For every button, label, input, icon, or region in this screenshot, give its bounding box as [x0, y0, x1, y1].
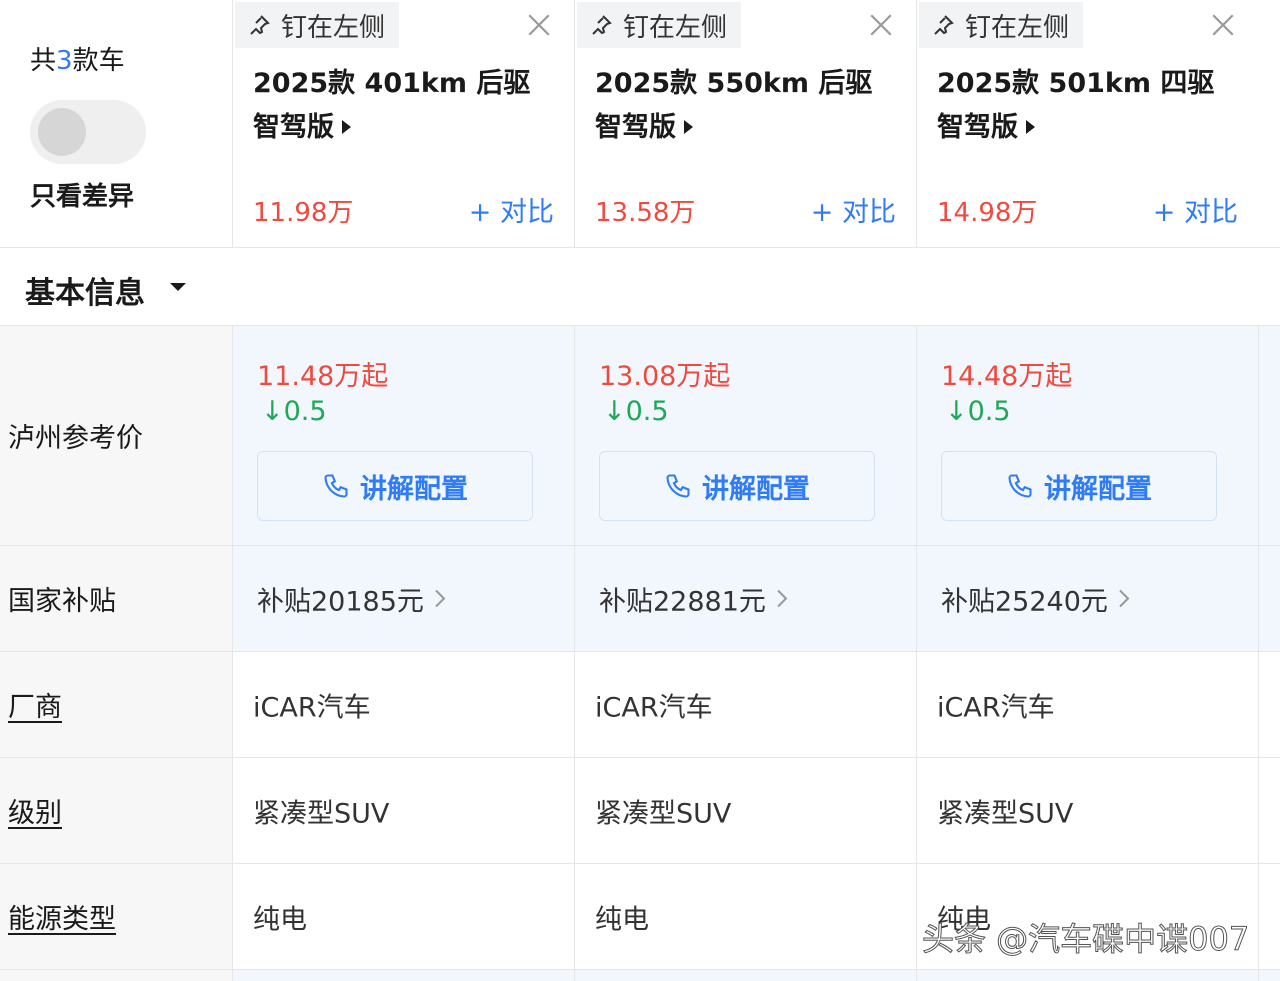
header-left-panel: 共3款车 只看差异 [0, 0, 232, 248]
ref-price: 11.48万起 [257, 361, 389, 392]
cell-value: iCAR汽车 [937, 692, 1055, 723]
car-column-2: 钉在左侧 2025款 550km 后驱 智驾版 13.58万 + 对比 [574, 0, 916, 248]
ref-price-cell: 11.48万起 ↓0.5 讲解配置 [232, 326, 574, 545]
row-next-partial [0, 970, 1280, 981]
pin-icon [250, 15, 270, 35]
chevron-right-icon [777, 589, 788, 608]
row-national-subsidy: 国家补贴 补贴20185元 补贴22881元 补贴25240元 [0, 546, 1280, 652]
ref-price-cell: 14.48万起 ↓0.5 讲解配置 [916, 326, 1258, 545]
level-cell: 紧凑型SUV [916, 758, 1258, 863]
car-name[interactable]: 2025款 401km 后驱 智驾版 [253, 62, 553, 150]
row-label-link[interactable]: 级别 [0, 758, 232, 863]
car-count: 共3款车 [30, 46, 125, 76]
row-label-link[interactable]: 能源类型 [0, 864, 232, 969]
car-name[interactable]: 2025款 501km 四驱 智驾版 [937, 62, 1237, 150]
price-drop: ↓0.5 [261, 396, 327, 427]
ref-price: 14.48万起 [941, 361, 1073, 392]
explain-config-button[interactable]: 讲解配置 [599, 451, 875, 521]
maker-cell: iCAR汽车 [232, 652, 574, 757]
pin-icon [934, 15, 954, 35]
add-compare-button[interactable]: + 对比 [1153, 190, 1238, 229]
row-reference-price: 泸州参考价 11.48万起 ↓0.5 讲解配置 13.08万起 ↓0.5 讲解配… [0, 326, 1280, 546]
phone-icon [1008, 474, 1032, 498]
close-icon[interactable] [1210, 12, 1236, 38]
car-price: 13.58万 [595, 198, 696, 228]
maker-cell: iCAR汽车 [916, 652, 1258, 757]
explain-config-button[interactable]: 讲解配置 [941, 451, 1217, 521]
column-edge [1258, 326, 1280, 545]
pin-icon [592, 15, 612, 35]
row-label-empty [0, 970, 232, 981]
row-level: 级别 紧凑型SUV 紧凑型SUV 紧凑型SUV [0, 758, 1280, 864]
subsidy-link[interactable]: 补贴22881元 [599, 579, 790, 618]
level-cell: 紧凑型SUV [574, 758, 916, 863]
subsidy-link[interactable]: 补贴25240元 [941, 579, 1132, 618]
cell-value: 纯电 [595, 904, 649, 935]
diff-only-toggle[interactable] [30, 100, 146, 164]
subsidy-cell[interactable]: 补贴22881元 [574, 546, 916, 651]
price-drop: ↓0.5 [945, 396, 1011, 427]
cell-empty [232, 970, 574, 981]
subsidy-cell[interactable]: 补贴25240元 [916, 546, 1258, 651]
row-maker: 厂商 iCAR汽车 iCAR汽车 iCAR汽车 [0, 652, 1280, 758]
toggle-knob [38, 108, 86, 156]
car-column-1: 钉在左侧 2025款 401km 后驱 智驾版 11.98万 + 对比 [232, 0, 574, 248]
car-name[interactable]: 2025款 550km 后驱 智驾版 [595, 62, 895, 150]
subsidy-cell[interactable]: 补贴20185元 [232, 546, 574, 651]
pin-left-button[interactable]: 钉在左侧 [235, 2, 400, 48]
cell-value: 紧凑型SUV [937, 798, 1074, 829]
caret-right-icon [1026, 119, 1035, 134]
subsidy-link[interactable]: 补贴20185元 [257, 579, 448, 618]
row-label: 泸州参考价 [0, 326, 232, 545]
energy-cell: 纯电 [232, 864, 574, 969]
explain-config-button[interactable]: 讲解配置 [257, 451, 533, 521]
cell-value: iCAR汽车 [595, 692, 713, 723]
phone-icon [324, 474, 348, 498]
close-icon[interactable] [868, 12, 894, 38]
phone-icon [666, 474, 690, 498]
chevron-right-icon [435, 589, 446, 608]
level-cell: 紧凑型SUV [232, 758, 574, 863]
cell-empty [574, 970, 916, 981]
car-price: 14.98万 [937, 198, 1038, 228]
close-icon[interactable] [526, 12, 552, 38]
compare-header: 共3款车 只看差异 钉在左侧 2025款 401km 后驱 智驾版 11.98万… [0, 0, 1280, 248]
add-compare-button[interactable]: + 对比 [811, 190, 896, 229]
energy-cell: 纯电 [574, 864, 916, 969]
caret-down-icon [170, 283, 186, 291]
ref-price-cell: 13.08万起 ↓0.5 讲解配置 [574, 326, 916, 545]
column-edge [1258, 864, 1280, 969]
diff-only-label: 只看差异 [30, 182, 135, 212]
cell-value: 紧凑型SUV [595, 798, 732, 829]
add-compare-button[interactable]: + 对比 [469, 190, 554, 229]
ref-price: 13.08万起 [599, 361, 731, 392]
watermark: 头条 @汽车碟中谍007 [921, 920, 1250, 959]
car-price: 11.98万 [253, 198, 354, 228]
row-label: 国家补贴 [0, 546, 232, 651]
column-edge [1258, 652, 1280, 757]
column-edge [1258, 970, 1280, 981]
column-edge [1258, 758, 1280, 863]
car-column-3: 钉在左侧 2025款 501km 四驱 智驾版 14.98万 + 对比 [916, 0, 1258, 248]
maker-cell: iCAR汽车 [574, 652, 916, 757]
price-drop: ↓0.5 [603, 396, 669, 427]
cell-value: iCAR汽车 [253, 692, 371, 723]
pin-left-button[interactable]: 钉在左侧 [919, 2, 1084, 48]
caret-right-icon [684, 119, 693, 134]
chevron-right-icon [1119, 589, 1130, 608]
section-title: 基本信息 [25, 276, 145, 311]
cell-value: 紧凑型SUV [253, 798, 390, 829]
section-basic-info[interactable]: 基本信息 [0, 248, 1280, 326]
pin-left-button[interactable]: 钉在左侧 [577, 2, 742, 48]
column-edge [1258, 546, 1280, 651]
cell-empty [916, 970, 1258, 981]
caret-right-icon [342, 119, 351, 134]
row-label-link[interactable]: 厂商 [0, 652, 232, 757]
cell-value: 纯电 [253, 904, 307, 935]
